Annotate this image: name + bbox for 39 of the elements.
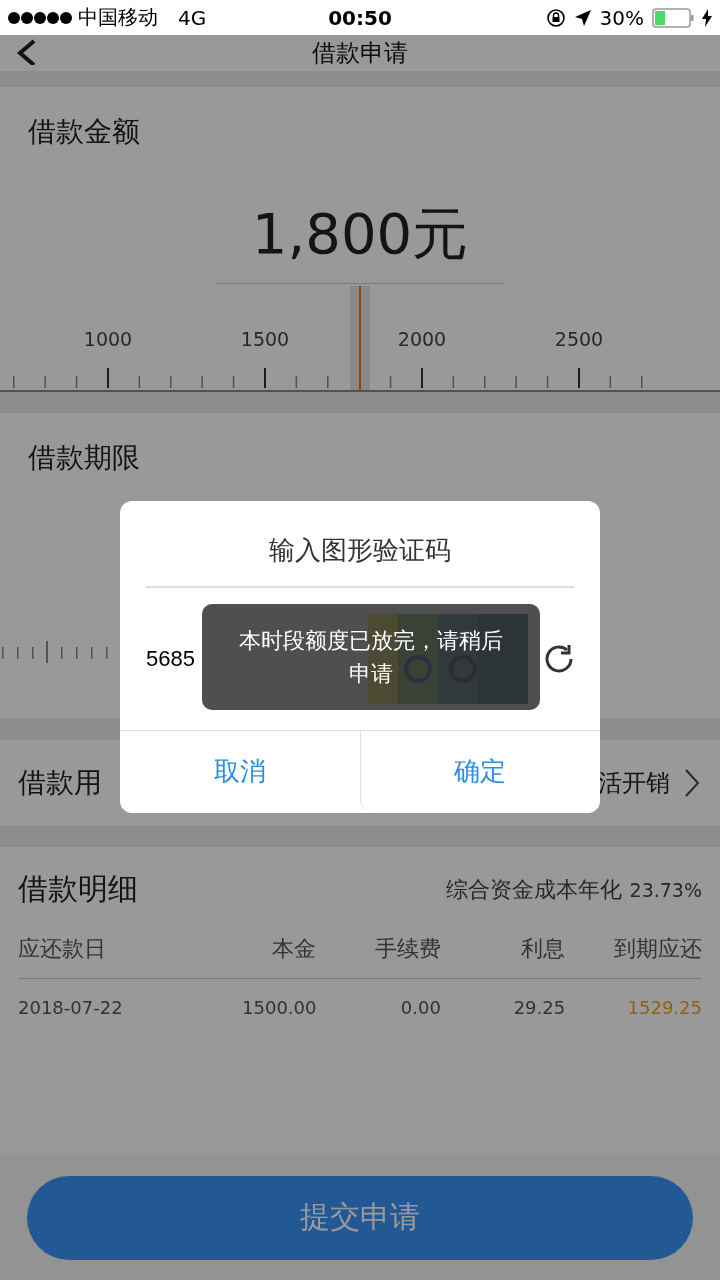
slider-track[interactable]: 1000 1500 2000 2500 [0,286,720,392]
ruler-label: 2000 [397,328,447,350]
column-header: 本金 [192,934,317,979]
battery-icon [652,7,694,28]
table-cell-text: 2018-07-22 [18,996,124,1018]
table-cell-text: 1529.25 [626,996,702,1018]
table-cell-text: 29.25 [512,996,566,1018]
ruler-label: 2500 [554,328,604,350]
network-type: 4G [178,5,207,30]
section-title: 借款明细 [18,870,138,908]
table-cell-text: 0.00 [399,996,441,1018]
location-icon [573,8,592,27]
rotation-lock-icon [545,7,566,28]
ruler-label: 1000 [83,328,133,350]
column-header: 手续费 [316,934,441,979]
submit-button[interactable]: 提交申请 [27,1175,693,1260]
section-title: 借款期限 [28,440,140,476]
page-title: 借款申请 [312,38,408,69]
rate-label: 综合资金成本年化 23.73% [445,875,702,904]
carrier-name: 中国移动 [78,4,158,31]
status-time: 00:50 [328,5,392,30]
slider-needle[interactable] [350,286,370,390]
chevron-right-icon[interactable] [684,768,700,798]
purpose-value: 活开销 [598,768,670,799]
charging-icon [702,8,712,27]
toast-message: 本时段额度已放完，请稍后申请 [238,627,504,688]
captcha-input-field[interactable]: 5685 [146,646,198,672]
signal-icon [8,10,72,25]
battery-percent: 30% [599,5,644,30]
column-header: 到期应还 [565,934,702,979]
column-header: 应还款日 [18,934,193,979]
section-title: 借款金额 [28,114,140,150]
purpose-label: 借款用 [18,765,102,801]
ruler-label: 1500 [240,328,290,350]
confirm-button[interactable]: 确定 [359,731,600,811]
amount-value: 1,800元 [251,200,469,268]
column-header: 利息 [440,934,566,979]
table-cell-text: 1500.00 [241,996,317,1018]
dialog-title: 输入图形验证码 [269,534,451,567]
